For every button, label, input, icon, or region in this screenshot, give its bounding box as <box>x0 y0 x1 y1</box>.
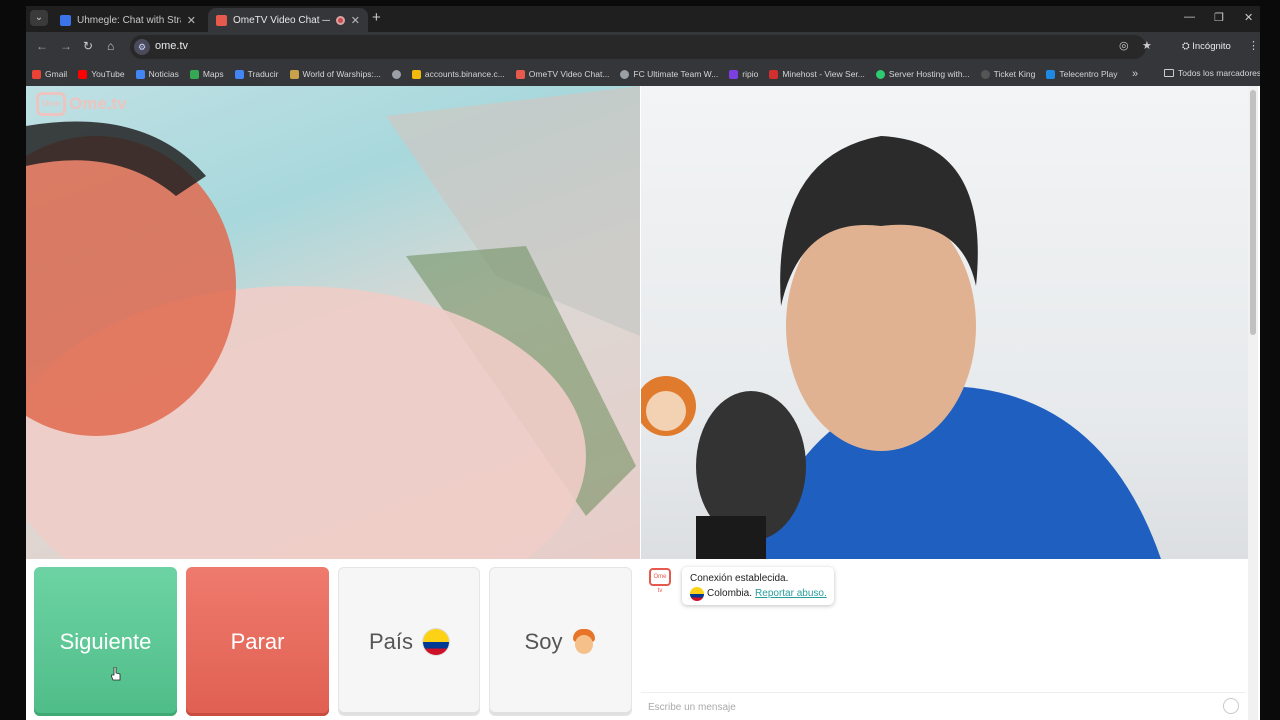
stranger-video-frame <box>26 86 640 559</box>
forward-icon[interactable]: → <box>60 39 72 53</box>
home-icon[interactable]: ⌂ <box>107 39 114 53</box>
binance-icon <box>411 69 421 79</box>
bookmark-binance[interactable]: accounts.binance.c... <box>411 69 505 79</box>
restore-icon[interactable]: ❐ <box>1214 11 1224 24</box>
recording-icon <box>335 15 345 25</box>
address-bar[interactable]: ⚙ ome.tv <box>130 35 1146 59</box>
stop-button[interactable]: Parar <box>186 567 329 716</box>
bookmark-traducir[interactable]: Traducir <box>234 69 279 79</box>
colombia-flag-icon <box>690 586 704 601</box>
next-label: Siguiente <box>59 628 152 654</box>
tab-title: Uhmegle: Chat with Strangers <box>77 14 181 26</box>
control-panel: Siguiente Parar País Soy <box>34 567 632 717</box>
bookmark-server-hosting[interactable]: Server Hosting with... <box>875 69 970 79</box>
gmail-icon <box>32 69 41 79</box>
warships-icon <box>289 69 299 79</box>
globe-icon <box>391 69 401 79</box>
stranger-video: Ome Ome.tv <box>26 86 640 559</box>
gender-button[interactable]: Soy <box>489 567 632 716</box>
more-bookmarks-icon[interactable]: » <box>1132 68 1138 80</box>
bookmark-ometv[interactable]: OmeTV Video Chat... <box>515 69 609 79</box>
tracking-protection-icon[interactable]: ◎ <box>1119 39 1129 52</box>
close-tab-icon[interactable]: ✕ <box>351 14 360 27</box>
self-video-frame <box>641 136 1161 559</box>
tab-search-icon[interactable]: ⌄ <box>30 10 48 26</box>
globe-icon <box>620 69 630 79</box>
logo-tv-icon: Ome <box>36 92 66 116</box>
bookmark-telecentro[interactable]: Telecentro Play <box>1046 69 1118 79</box>
minimize-icon[interactable]: — <box>1184 11 1195 23</box>
incognito-label: Incógnito <box>1192 41 1231 52</box>
bookmark-gmail[interactable]: Gmail <box>32 69 67 79</box>
message-bar <box>641 692 1246 720</box>
colombia-flag-icon <box>423 628 450 655</box>
ometv-favicon-icon <box>216 14 227 26</box>
bookmark-minehost[interactable]: Minehost - View Ser... <box>769 69 865 79</box>
close-window-icon[interactable]: ✕ <box>1244 11 1253 24</box>
uhmegle-favicon-icon <box>60 14 71 26</box>
message-input[interactable] <box>648 698 1208 716</box>
ometv-chat-logo-icon: Ome tv <box>649 568 671 594</box>
bookmark-youtube[interactable]: YouTube <box>78 69 125 79</box>
emoji-icon[interactable] <box>1223 698 1239 714</box>
ometv-page: Ome Ome.tv Siguiente Parar País Soy Ome … <box>26 86 1260 720</box>
stop-label: Parar <box>230 628 285 654</box>
server-hosting-icon <box>875 69 885 79</box>
all-bookmarks-folder[interactable]: Todos los marcadores <box>1164 68 1260 78</box>
connection-message: Conexión establecida. Colombia. Reportar… <box>682 567 834 605</box>
country-label: País <box>368 628 414 654</box>
ometv-logo: Ome Ome.tv <box>36 92 127 116</box>
report-abuse-link[interactable]: Reportar abuso. <box>755 586 827 601</box>
close-tab-icon[interactable]: ✕ <box>187 14 196 27</box>
connection-status: Conexión establecida. <box>690 573 789 584</box>
stranger-country: Colombia. <box>707 588 753 599</box>
news-icon <box>135 69 145 79</box>
boy-face-icon <box>572 628 596 655</box>
reload-icon[interactable]: ↻ <box>83 39 93 53</box>
bookmark-ripio[interactable]: ripio <box>729 69 758 79</box>
page-scrollbar[interactable] <box>1248 86 1258 720</box>
self-video <box>641 86 1256 559</box>
new-tab-icon[interactable]: + <box>372 10 381 26</box>
maps-icon <box>189 69 199 79</box>
incognito-badge[interactable]: ⛭ Incógnito <box>1174 36 1239 58</box>
hand-cursor-icon <box>111 667 121 681</box>
bookmark-star-icon[interactable]: ★ <box>1142 39 1152 52</box>
chat-panel: Ome tv Conexión establecida. Colombia. R… <box>641 559 1246 720</box>
country-button[interactable]: País <box>338 567 480 716</box>
tab-uhmegle[interactable]: Uhmegle: Chat with Strangers ✕ <box>52 8 204 32</box>
minehost-icon <box>769 69 779 79</box>
telecentro-icon <box>1046 69 1056 79</box>
bookmarks-bar: Gmail YouTube Noticias Maps Traducir Wor… <box>26 62 1260 86</box>
back-icon[interactable]: ← <box>36 39 48 53</box>
gender-label: Soy <box>524 628 563 654</box>
url-text[interactable]: ome.tv <box>155 40 188 52</box>
bookmark-noticias[interactable]: Noticias <box>135 69 179 79</box>
translate-icon <box>234 69 244 79</box>
tab-ometv[interactable]: OmeTV Video Chat — Ome ✕ <box>208 8 368 32</box>
scroll-thumb[interactable] <box>1250 90 1256 335</box>
bookmark-ticket-king[interactable]: Ticket King <box>980 69 1035 79</box>
tab-strip: ⌄ Uhmegle: Chat with Strangers ✕ OmeTV V… <box>26 6 1260 32</box>
bookmark-maps[interactable]: Maps <box>189 69 224 79</box>
browser-window: ⌄ Uhmegle: Chat with Strangers ✕ OmeTV V… <box>26 6 1260 720</box>
tab-title: OmeTV Video Chat — Ome <box>233 14 330 26</box>
youtube-icon <box>78 69 88 79</box>
menu-icon[interactable]: ⋮ <box>1248 39 1259 52</box>
ticket-king-icon <box>980 69 990 79</box>
bookmark-world-of-warships[interactable]: World of Warships:... <box>289 69 381 79</box>
ripio-icon <box>729 69 739 79</box>
bookmark-globe[interactable] <box>391 69 401 79</box>
logo-text: Ome.tv <box>69 94 127 113</box>
site-info-icon[interactable]: ⚙ <box>134 39 150 55</box>
bookmark-fc-ultimate[interactable]: FC Ultimate Team W... <box>620 69 718 79</box>
folder-icon <box>1164 69 1174 77</box>
incognito-icon: ⛭ <box>1182 41 1190 52</box>
next-button[interactable]: Siguiente <box>34 567 177 716</box>
toolbar: ← → ↻ ⌂ ⚙ ome.tv ◎ ★ ⛭ Incógnito ⋮ <box>26 32 1260 62</box>
ometv-icon <box>515 69 525 79</box>
